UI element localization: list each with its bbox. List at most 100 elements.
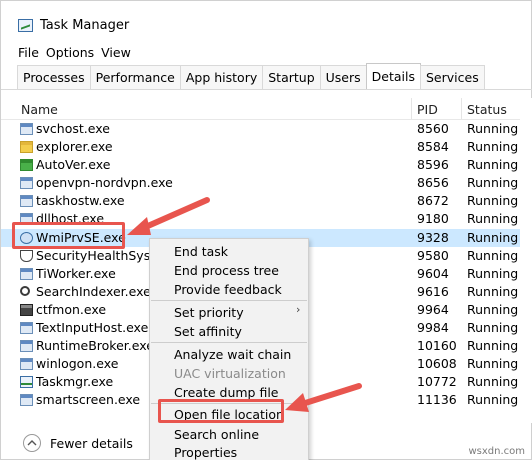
process-name: Taskmgr.exe — [36, 374, 114, 390]
menu-separator — [151, 300, 307, 301]
process-name: taskhostw.exe — [36, 193, 125, 209]
process-pid: 9616 — [417, 283, 449, 299]
folder-icon — [20, 141, 33, 154]
menu-item-uac-virtualization: UAC virtualization — [174, 366, 286, 381]
process-name: RuntimeBroker.exe — [36, 338, 154, 354]
app-window-icon — [20, 195, 33, 208]
process-status: Running — [467, 193, 519, 209]
process-status: Running — [467, 157, 519, 173]
table-row[interactable]: taskhostw.exe 8672 Running — [1, 192, 532, 210]
process-pid: 11136 — [417, 392, 457, 408]
annotation-highlight-wmiprvse — [12, 222, 125, 249]
window-title: Task Manager — [40, 18, 130, 33]
process-pid: 8672 — [417, 193, 449, 209]
app-window-icon — [20, 123, 33, 135]
app-window-icon — [20, 267, 33, 280]
process-name: winlogon.exe — [36, 356, 119, 372]
menu-item-provide-feedback[interactable]: Provide feedback — [174, 282, 282, 297]
process-name: openvpn-nordvpn.exe — [36, 175, 173, 191]
pen-icon — [20, 303, 33, 316]
tab-performance[interactable]: Performance — [89, 65, 181, 89]
tab-services[interactable]: Services — [420, 65, 485, 89]
app-window-icon — [20, 394, 33, 407]
task-manager-window: Task Manager File Options View Processes… — [0, 0, 532, 460]
tab-strip: Processes Performance App history Startu… — [17, 63, 485, 89]
process-pid: 9180 — [417, 211, 449, 227]
process-status: Running — [467, 211, 519, 227]
menu-separator — [151, 342, 307, 343]
chevron-up-icon — [27, 440, 37, 446]
process-name: smartscreen.exe — [36, 392, 141, 408]
tab-app-history[interactable]: App history — [179, 65, 264, 89]
ver-icon — [20, 159, 33, 172]
menu-item-set-affinity[interactable]: Set affinity — [174, 324, 242, 339]
tab-users[interactable]: Users — [319, 65, 367, 89]
menu-item-analyze-wait-chain[interactable]: Analyze wait chain — [174, 347, 291, 362]
process-pid: 9964 — [417, 301, 449, 317]
process-pid: 8596 — [417, 157, 449, 173]
process-pid: 10608 — [417, 356, 457, 372]
tab-processes[interactable]: Processes — [17, 65, 91, 89]
table-row[interactable]: svchost.exe 8560 Running — [1, 120, 532, 138]
process-name: explorer.exe — [36, 139, 113, 155]
process-status: Running — [467, 247, 519, 263]
process-pid: 9328 — [417, 229, 449, 245]
process-status: Running — [467, 175, 519, 191]
process-status: Running — [467, 283, 519, 299]
table-row[interactable]: explorer.exe 8584 Running — [1, 138, 532, 156]
process-pid: 8656 — [417, 175, 449, 191]
tab-startup[interactable]: Startup — [262, 65, 321, 89]
process-pid: 8560 — [417, 121, 449, 136]
fewer-details-toggle[interactable] — [23, 434, 41, 452]
footer: Fewer details — [1, 423, 149, 460]
title-bar: Task Manager — [1, 1, 531, 39]
menu-file[interactable]: File — [18, 45, 39, 60]
process-name: TiWorker.exe — [36, 265, 116, 281]
process-pid: 9984 — [417, 320, 449, 336]
process-status: Running — [467, 121, 519, 136]
menu-item-create-dump-file[interactable]: Create dump file — [174, 385, 279, 400]
shield-icon — [20, 249, 33, 262]
column-divider[interactable] — [411, 98, 412, 120]
process-pid: 9604 — [417, 265, 449, 281]
process-status: Running — [467, 338, 519, 354]
process-status: Running — [467, 301, 519, 317]
process-status: Running — [467, 139, 519, 155]
process-status: Running — [467, 265, 519, 281]
table-row[interactable]: openvpn-nordvpn.exe 8656 Running — [1, 174, 532, 192]
app-window-icon — [20, 358, 33, 371]
table-header: Name PID Status — [1, 98, 532, 120]
chevron-right-icon: › — [296, 303, 301, 316]
process-pid: 10772 — [417, 374, 457, 390]
scrollbar[interactable] — [520, 98, 532, 423]
task-manager-icon — [20, 376, 33, 389]
menu-item-set-priority[interactable]: Set priority — [174, 305, 244, 320]
process-name: svchost.exe — [36, 121, 110, 136]
menu-item-end-task[interactable]: End task — [174, 244, 228, 259]
search-icon — [20, 285, 30, 296]
menu-bar: File Options View — [18, 45, 131, 60]
app-window-icon — [20, 322, 33, 335]
process-status: Running — [467, 229, 519, 245]
fewer-details-link[interactable]: Fewer details — [50, 436, 133, 451]
process-status: Running — [467, 374, 519, 390]
process-pid: 9580 — [417, 247, 449, 263]
column-header-name[interactable]: Name — [21, 102, 58, 117]
tab-divider — [1, 89, 532, 90]
column-divider[interactable] — [461, 98, 462, 120]
annotation-arrow-icon — [127, 197, 210, 235]
menu-item-search-online[interactable]: Search online — [174, 427, 259, 442]
column-header-status[interactable]: Status — [467, 102, 507, 117]
menu-item-end-process-tree[interactable]: End process tree — [174, 263, 279, 278]
column-header-pid[interactable]: PID — [417, 102, 438, 117]
table-row[interactable]: AutoVer.exe 8596 Running — [1, 156, 532, 174]
process-status: Running — [467, 320, 519, 336]
process-status: Running — [467, 392, 519, 408]
app-window-icon — [20, 177, 33, 190]
process-name: SearchIndexer.exe — [36, 283, 151, 299]
menu-view[interactable]: View — [101, 45, 131, 60]
menu-item-properties[interactable]: Properties — [174, 445, 237, 460]
menu-options[interactable]: Options — [46, 45, 94, 60]
tab-details[interactable]: Details — [365, 63, 421, 89]
process-name: ctfmon.exe — [36, 301, 107, 317]
